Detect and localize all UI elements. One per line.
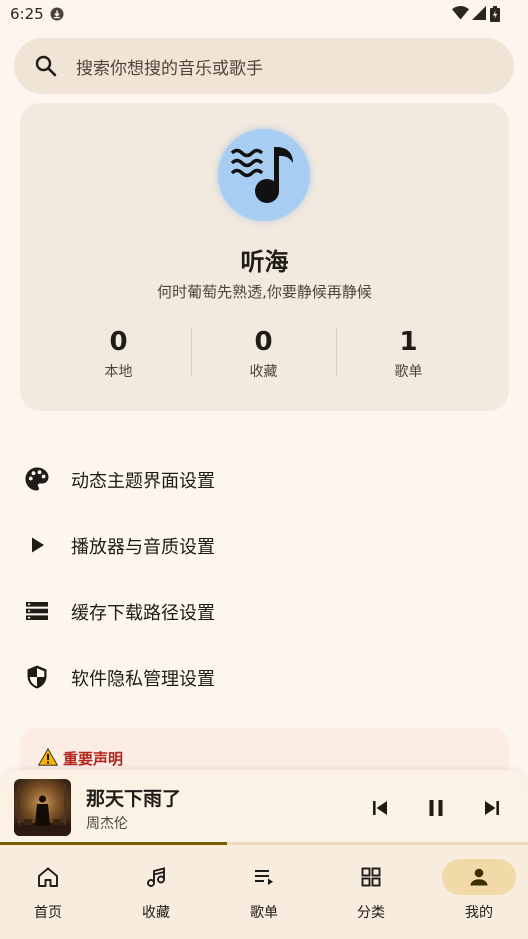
setting-label: 动态主题界面设置 <box>71 471 215 492</box>
avatar[interactable] <box>218 129 310 221</box>
nav-playlists[interactable]: 歌单 <box>226 859 306 929</box>
nav-label: 首页 <box>34 905 62 921</box>
search-icon <box>35 55 57 77</box>
sea-music-icon <box>230 147 293 203</box>
mini-player[interactable]: 那天下雨了 周杰伦 <box>0 770 528 846</box>
status-bar: 6:25 <box>0 0 528 30</box>
grid-icon <box>361 867 381 887</box>
nav-label: 歌单 <box>250 905 278 921</box>
album-cover[interactable] <box>14 779 71 836</box>
nav-favorites[interactable]: 收藏 <box>118 859 198 929</box>
nav-label: 分类 <box>357 905 385 921</box>
nav-categories[interactable]: 分类 <box>333 859 413 929</box>
stat-playlists[interactable]: 1 歌单 <box>336 327 481 385</box>
stat-label: 歌单 <box>394 364 423 380</box>
user-bio: 何时葡萄先熟透,你要静候再静候 <box>157 283 372 301</box>
settings-list: 动态主题界面设置 播放器与音质设置 缓存下载路径设置 软件隐私管理设置 <box>0 445 528 709</box>
storage-icon <box>26 602 48 620</box>
shield-icon <box>27 665 47 689</box>
nav-mine[interactable]: 我的 <box>441 859 521 929</box>
setting-label: 播放器与音质设置 <box>71 537 215 558</box>
home-icon <box>38 867 58 887</box>
mine-screen: 6:25 搜索你想搜的音乐或歌手 听海 何时葡萄先熟透,你要静候再静候 0 本地… <box>0 0 528 939</box>
album-art-figure <box>14 785 71 836</box>
stat-label: 本地 <box>104 364 133 380</box>
nav-label: 收藏 <box>142 905 170 921</box>
notice-title: 重要声明 <box>63 750 124 768</box>
wifi-icon <box>452 6 469 20</box>
music-note-icon <box>147 867 165 887</box>
person-icon <box>470 868 488 886</box>
stat-label: 收藏 <box>249 364 278 380</box>
song-artist: 周杰伦 <box>86 816 128 832</box>
profile-card: 听海 何时葡萄先熟透,你要静候再静候 0 本地 0 收藏 1 歌单 <box>20 103 509 411</box>
palette-icon <box>25 467 49 491</box>
stat-value: 0 <box>254 327 273 357</box>
stat-value: 1 <box>399 327 418 357</box>
setting-cache[interactable]: 缓存下载路径设置 <box>0 577 528 643</box>
search-placeholder: 搜索你想搜的音乐或歌手 <box>76 59 263 79</box>
setting-theme[interactable]: 动态主题界面设置 <box>0 445 528 511</box>
bottom-nav: 首页 收藏 歌单 分类 我的 <box>0 845 528 939</box>
setting-label: 缓存下载路径设置 <box>71 603 215 624</box>
pause-button[interactable] <box>424 796 448 820</box>
download-notification-icon <box>50 7 64 21</box>
stat-local[interactable]: 0 本地 <box>46 327 191 385</box>
previous-button[interactable] <box>368 796 392 820</box>
playlist-icon <box>255 870 273 885</box>
stat-value: 0 <box>109 327 128 357</box>
song-title: 那天下雨了 <box>86 788 182 810</box>
nav-label: 我的 <box>465 905 493 921</box>
status-time: 6:25 <box>10 5 44 23</box>
signal-icon <box>472 6 486 20</box>
setting-player[interactable]: 播放器与音质设置 <box>0 511 528 577</box>
setting-privacy[interactable]: 软件隐私管理设置 <box>0 643 528 709</box>
battery-icon <box>490 6 500 22</box>
stat-favorites[interactable]: 0 收藏 <box>191 327 336 385</box>
setting-label: 软件隐私管理设置 <box>71 669 215 690</box>
username: 听海 <box>240 248 289 276</box>
search-bar[interactable]: 搜索你想搜的音乐或歌手 <box>14 38 514 94</box>
nav-home[interactable]: 首页 <box>10 859 90 929</box>
next-button[interactable] <box>480 796 504 820</box>
warning-icon <box>38 748 58 766</box>
play-icon <box>32 537 44 553</box>
stats-row: 0 本地 0 收藏 1 歌单 <box>46 327 482 385</box>
